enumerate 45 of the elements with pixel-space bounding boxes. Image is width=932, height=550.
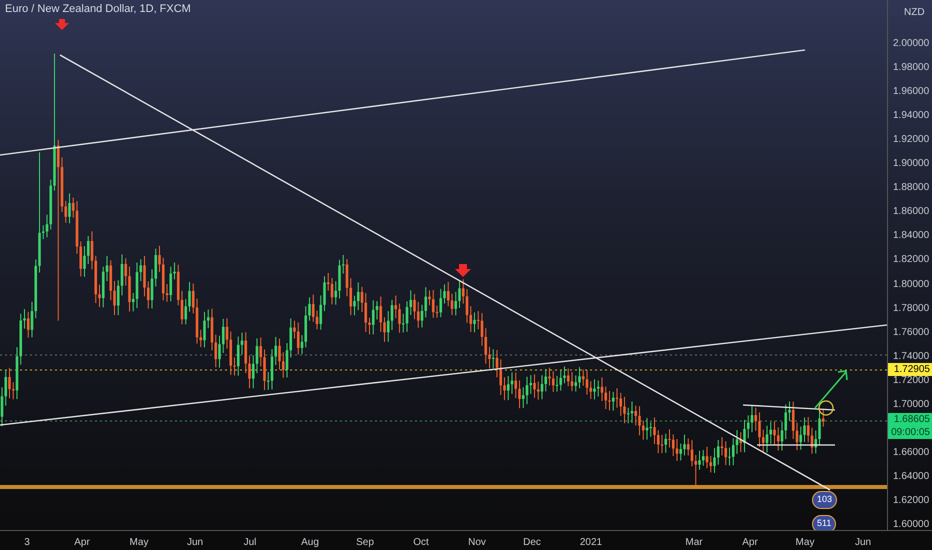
time-axis-label: Nov (468, 536, 486, 550)
event-badge: 103 (812, 491, 838, 509)
time-axis-label: 2021 (580, 536, 602, 550)
currency-label: NZD (904, 6, 925, 20)
price-axis-label: 1.94000 (893, 110, 930, 122)
price-axis-label: 1.74000 (893, 350, 930, 363)
time-axis-label: Apr (74, 536, 90, 550)
price-axis-label: 1.60000 (893, 519, 930, 531)
time-axis-label: Dec (523, 536, 541, 550)
price-axis-label: 1.80000 (893, 278, 930, 290)
time-axis-label: Apr (742, 536, 758, 550)
down-arrow-icon (55, 19, 69, 30)
price-axis-label: 1.78000 (893, 302, 930, 315)
price-axis-label: 1.84000 (893, 230, 930, 242)
price-axis-label: 1.72000 (893, 374, 930, 387)
time-axis-label: Jun (854, 536, 872, 550)
price-axis-label: 1.76000 (893, 326, 930, 339)
time-axis-label: May (796, 536, 814, 550)
price-axis-label: 1.88000 (893, 182, 930, 194)
time-axis-label: 3 (24, 536, 30, 550)
countdown-timer: 09:00:05 (891, 426, 930, 439)
time-axis-label: Jun (186, 536, 204, 550)
price-axis-label: 1.82000 (893, 254, 930, 266)
price-value: 1.72905 (894, 363, 930, 376)
time-axis-label: Mar (685, 536, 703, 550)
price-axis-label: 1.86000 (893, 206, 930, 218)
price-axis-label: 1.62000 (893, 494, 930, 507)
price-axis-label: 1.64000 (893, 470, 930, 483)
time-axis-label: Jul (244, 536, 256, 550)
price-value: 1.68605 (894, 413, 930, 426)
breakout-circle (818, 400, 834, 416)
price-axis-label: 2.00000 (893, 38, 930, 50)
time-axis-label: Aug (301, 536, 319, 550)
time-axis-label: Oct (413, 536, 429, 550)
price-axis-label: 1.96000 (893, 86, 930, 98)
price-axis-label: 1.92000 (893, 134, 930, 146)
time-axis-label: Sep (356, 536, 374, 550)
price-axis-label: 1.66000 (893, 446, 930, 459)
price-axis-label: 1.98000 (893, 62, 930, 74)
up-arrow-icon (814, 370, 848, 409)
symbol-title: Euro / New Zealand Dollar, 1D, FXCM (5, 3, 191, 16)
down-arrow-icon (455, 264, 471, 277)
price-axis-label: 1.90000 (893, 158, 930, 170)
time-axis-label: May (130, 536, 148, 550)
price-axis-label: 1.70000 (893, 398, 930, 411)
